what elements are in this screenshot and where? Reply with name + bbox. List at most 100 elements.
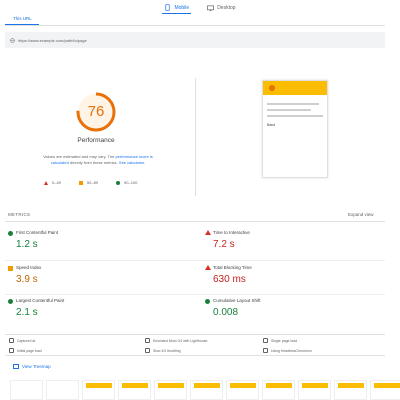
divider <box>5 25 385 26</box>
legend-good: 90–100 <box>116 180 137 185</box>
note-text-2: directly from these metrics. <box>69 159 118 165</box>
frame-header <box>230 383 256 388</box>
thumb-text-line <box>267 115 323 117</box>
browser-icon <box>263 348 268 353</box>
calculator-link[interactable]: See calculator. <box>119 160 145 165</box>
metric-value: 0.008 <box>213 307 239 318</box>
metric-name: Speed Index <box>16 265 42 270</box>
calendar-icon <box>9 338 14 343</box>
divider <box>5 221 385 222</box>
divider <box>5 260 385 261</box>
view-treemap-label: View Treemap <box>22 364 51 369</box>
frame-header <box>338 383 364 388</box>
timer-icon <box>9 348 14 353</box>
view-treemap-button[interactable]: View Treemap <box>13 364 51 369</box>
link-icon <box>10 37 15 43</box>
metric-name: Largest Contentful Paint <box>16 298 65 303</box>
metric-tbt: Total Blocking Time 630 ms <box>205 265 385 295</box>
poor-triangle-icon <box>205 265 211 270</box>
tab-mobile[interactable]: Mobile <box>162 2 192 14</box>
info-single-load: Single page load <box>263 338 297 343</box>
legend-average: 50–89 <box>78 180 99 185</box>
tab-desktop[interactable]: Desktop <box>205 2 237 14</box>
thumb-text-line <box>267 109 311 111</box>
this-url-tab[interactable]: This URL <box>13 16 32 21</box>
phone-icon <box>145 338 150 343</box>
square-icon <box>78 180 83 185</box>
thumb-intro: Band <box>267 123 276 127</box>
filmstrip-frame <box>334 380 367 400</box>
performance-gauge: 76 <box>74 90 118 134</box>
triangle-icon <box>44 180 48 185</box>
treemap-icon <box>13 364 19 369</box>
info-initial-load: Initial page load <box>9 348 42 353</box>
metric-value: 1.2 s <box>16 239 38 250</box>
metric-name: Total Blocking Time <box>213 265 252 270</box>
monitor-icon <box>207 5 215 12</box>
performance-score: 76 <box>87 103 105 120</box>
filmstrip-frame <box>10 380 43 400</box>
frame-header <box>122 383 148 388</box>
performance-title: Performance <box>77 137 115 144</box>
tab-mobile-label: Mobile <box>174 4 190 11</box>
poor-triangle-icon <box>205 230 211 235</box>
filmstrip-frame <box>262 380 295 400</box>
metric-tti: Time to Interactive 7.2 s <box>205 230 385 260</box>
metric-name: First Contentful Paint <box>16 230 59 235</box>
note-text: Values are estimated and may vary. The <box>43 154 115 159</box>
metric-name: Cumulative Layout Shift <box>213 298 261 303</box>
frame-header <box>194 383 220 388</box>
metrics-heading: METRICS <box>8 212 31 217</box>
filmstrip-frame <box>46 380 79 400</box>
device-tabs: Mobile Desktop <box>0 2 400 16</box>
performance-note: Values are estimated and may vary. The p… <box>42 154 154 165</box>
frame-header <box>374 383 400 388</box>
metric-lcp: Largest Contentful Paint 2.1 s <box>8 298 188 328</box>
frame-header <box>86 383 112 388</box>
filmstrip-frame <box>370 380 400 400</box>
info-text: Using HeadlessChromium <box>271 348 312 353</box>
filmstrip-frame <box>226 380 259 400</box>
url-bar: https://www.example.com/path/to/page <box>5 32 385 48</box>
info-text: Slow 4G throttling <box>153 348 181 353</box>
frame-header <box>158 383 184 388</box>
filmstrip-frame <box>118 380 151 400</box>
divider <box>5 294 385 295</box>
metric-value: 2.1 s <box>16 307 38 318</box>
final-screenshot: Band <box>262 80 328 178</box>
frame-header <box>266 383 292 388</box>
metric-speed-index: Speed Index 3.9 s <box>8 265 188 295</box>
analyzed-url[interactable]: https://www.example.com/path/to/page <box>18 38 87 43</box>
good-circle-icon <box>8 231 13 236</box>
metric-name: Time to Interactive <box>213 230 250 235</box>
info-text: Emulated Moto G4 with Lighthouse <box>153 338 208 343</box>
site-logo-icon <box>269 85 275 91</box>
info-text: Initial page load <box>17 348 42 353</box>
divider-vertical <box>195 78 196 196</box>
legend-average-label: 50–89 <box>86 180 99 185</box>
frame-header <box>302 383 328 388</box>
legend-poor-label: 0–49 <box>52 180 61 185</box>
metric-value: 630 ms <box>213 274 246 285</box>
single-load-icon <box>263 338 268 343</box>
expand-view-button[interactable]: Expand view <box>348 212 374 217</box>
good-circle-icon <box>205 299 210 304</box>
info-text: Captured at <box>17 338 36 343</box>
info-browser: Using HeadlessChromium <box>263 348 312 353</box>
metric-value: 7.2 s <box>213 239 235 250</box>
metric-cls: Cumulative Layout Shift 0.008 <box>205 298 385 328</box>
tab-desktop-label: Desktop <box>217 5 236 11</box>
smartphone-icon <box>164 4 171 11</box>
legend-good-label: 90–100 <box>124 180 138 185</box>
score-legend: 0–49 50–89 90–100 <box>44 180 137 185</box>
info-text: Single page load <box>271 338 298 343</box>
network-icon <box>145 348 150 353</box>
thumb-header <box>263 81 327 95</box>
runtime-settings: Captured at Emulated Moto G4 with Lighth… <box>5 334 385 356</box>
metric-value: 3.9 s <box>16 274 38 285</box>
filmstrip-frame <box>82 380 115 400</box>
circle-icon <box>116 180 121 185</box>
average-square-icon <box>8 266 13 271</box>
legend-poor: 0–49 <box>44 180 61 185</box>
filmstrip-frame <box>190 380 223 400</box>
